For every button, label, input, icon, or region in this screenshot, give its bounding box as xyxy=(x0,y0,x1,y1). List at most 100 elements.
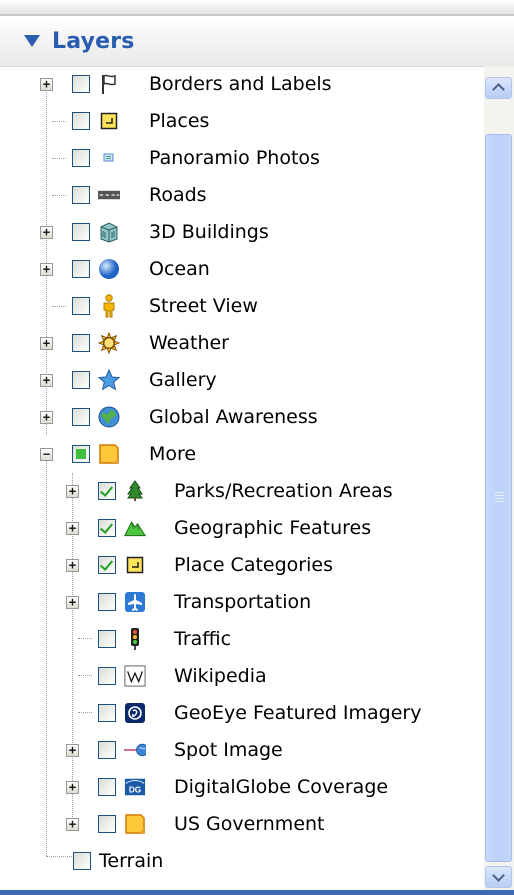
layer-row[interactable]: + Weather xyxy=(0,325,484,362)
layer-row[interactable]: Street View xyxy=(0,288,484,325)
expand-toggle-icon[interactable]: + xyxy=(40,374,53,387)
expand-toggle-icon[interactable]: + xyxy=(40,337,53,350)
scroll-down-button[interactable] xyxy=(485,866,512,888)
airplane-icon xyxy=(124,591,146,613)
layer-checkbox[interactable] xyxy=(98,778,116,796)
expand-toggle-icon[interactable]: + xyxy=(40,411,53,424)
layer-label: DigitalGlobe Coverage xyxy=(174,776,389,798)
traffic-light-icon xyxy=(124,628,146,650)
mountain-icon xyxy=(124,517,146,539)
scroll-up-button[interactable] xyxy=(485,77,512,99)
layer-label: Ocean xyxy=(149,258,210,280)
layer-checkbox[interactable] xyxy=(72,297,90,315)
layer-row[interactable]: + Transportation xyxy=(0,584,484,621)
thumb-grip xyxy=(495,492,504,493)
layer-row[interactable]: + Place Categories xyxy=(0,547,484,584)
layer-row[interactable]: + Geographic Features xyxy=(0,510,484,547)
expand-toggle-icon[interactable]: + xyxy=(66,485,79,498)
layer-label: Roads xyxy=(149,184,207,206)
geoeye-icon xyxy=(124,702,146,724)
panel-bottom-border xyxy=(0,890,514,895)
layer-checkbox[interactable] xyxy=(72,186,90,204)
globe-ocean-icon xyxy=(98,258,120,280)
layer-label: Gallery xyxy=(149,369,217,391)
pegman-icon xyxy=(98,294,120,318)
layers-panel-header[interactable]: Layers xyxy=(0,16,514,67)
layer-checkbox[interactable] xyxy=(98,704,116,722)
expand-toggle-icon[interactable]: + xyxy=(66,781,79,794)
layer-row[interactable]: Traffic xyxy=(0,621,484,658)
expand-toggle-icon[interactable]: + xyxy=(66,522,79,535)
layer-label: Geographic Features xyxy=(174,517,372,539)
layer-checkbox[interactable] xyxy=(72,334,90,352)
road-icon xyxy=(98,184,120,206)
layer-label: Global Awareness xyxy=(149,406,318,428)
vertical-scrollbar[interactable] xyxy=(484,66,514,890)
layer-label: Terrain xyxy=(99,850,164,872)
layer-row[interactable]: + Spot Image xyxy=(0,732,484,769)
layer-checkbox[interactable] xyxy=(98,667,116,685)
panel-title: Layers xyxy=(52,28,135,54)
layer-row[interactable]: Wikipedia xyxy=(0,658,484,695)
thumb-grip xyxy=(495,501,504,502)
expand-toggle-icon[interactable]: + xyxy=(66,596,79,609)
spot-image-icon xyxy=(124,739,146,761)
expand-toggle-icon[interactable]: + xyxy=(66,559,79,572)
expand-toggle-icon[interactable]: + xyxy=(40,263,53,276)
expand-toggle-icon[interactable]: + xyxy=(66,744,79,757)
layer-row[interactable]: Roads xyxy=(0,177,484,214)
layer-row[interactable]: + US Government xyxy=(0,806,484,843)
layer-row[interactable]: + DG DigitalGlobe Coverage xyxy=(0,769,484,806)
layer-checkbox[interactable] xyxy=(98,593,116,611)
layer-checkbox[interactable] xyxy=(72,445,90,463)
layer-row[interactable]: +3D Buildings xyxy=(0,214,484,251)
layer-checkbox[interactable] xyxy=(98,630,116,648)
sun-icon xyxy=(98,331,120,355)
place-marker-icon xyxy=(124,554,146,576)
globe-icon xyxy=(98,406,120,428)
building-icon xyxy=(98,221,120,243)
layer-row[interactable]: Places xyxy=(0,103,484,140)
layer-label: More xyxy=(149,443,197,465)
expand-toggle-icon[interactable]: + xyxy=(40,78,53,91)
expand-toggle-icon[interactable]: + xyxy=(40,226,53,239)
layer-checkbox[interactable] xyxy=(72,371,90,389)
layer-checkbox[interactable] xyxy=(72,260,90,278)
scroll-thumb[interactable] xyxy=(485,134,512,862)
layer-checkbox[interactable] xyxy=(73,852,91,870)
layers-tree: + Borders and Labels Places Panoramio Photo… xyxy=(0,66,484,888)
layer-checkbox[interactable] xyxy=(98,556,116,574)
folder-icon xyxy=(98,443,120,465)
layer-checkbox[interactable] xyxy=(72,223,90,241)
wikipedia-icon xyxy=(124,665,146,687)
layer-checkbox[interactable] xyxy=(98,482,116,500)
expand-toggle-icon[interactable]: + xyxy=(66,818,79,831)
layer-checkbox[interactable] xyxy=(98,519,116,537)
thumb-grip xyxy=(495,495,504,496)
layer-checkbox[interactable] xyxy=(72,149,90,167)
layer-row[interactable]: + Borders and Labels xyxy=(0,66,484,103)
layer-label: Panoramio Photos xyxy=(149,147,320,169)
layer-label: Parks/Recreation Areas xyxy=(174,480,393,502)
layer-row[interactable]: + Global Awareness xyxy=(0,399,484,436)
collapse-toggle-icon[interactable]: − xyxy=(40,448,53,461)
layer-checkbox[interactable] xyxy=(98,741,116,759)
layer-checkbox[interactable] xyxy=(98,815,116,833)
layer-row[interactable]: Panoramio Photos xyxy=(0,140,484,177)
layer-checkbox[interactable] xyxy=(72,112,90,130)
layer-row[interactable]: + Parks/Recreation Areas xyxy=(0,473,484,510)
layer-label: Places xyxy=(149,110,210,132)
layer-checkbox[interactable] xyxy=(72,75,90,93)
collapse-triangle-icon[interactable] xyxy=(24,35,40,47)
photo-icon xyxy=(98,147,120,169)
layer-row[interactable]: + Gallery xyxy=(0,362,484,399)
place-marker-icon xyxy=(98,110,120,132)
layer-row[interactable]: GeoEye Featured Imagery xyxy=(0,695,484,732)
layer-row[interactable]: + Ocean xyxy=(0,251,484,288)
layer-row[interactable]: − More xyxy=(0,436,484,473)
layer-label: Spot Image xyxy=(174,739,283,761)
layer-label: Weather xyxy=(149,332,229,354)
layer-checkbox[interactable] xyxy=(72,408,90,426)
layer-label: Place Categories xyxy=(174,554,333,576)
layer-row[interactable]: Terrain xyxy=(0,843,484,880)
